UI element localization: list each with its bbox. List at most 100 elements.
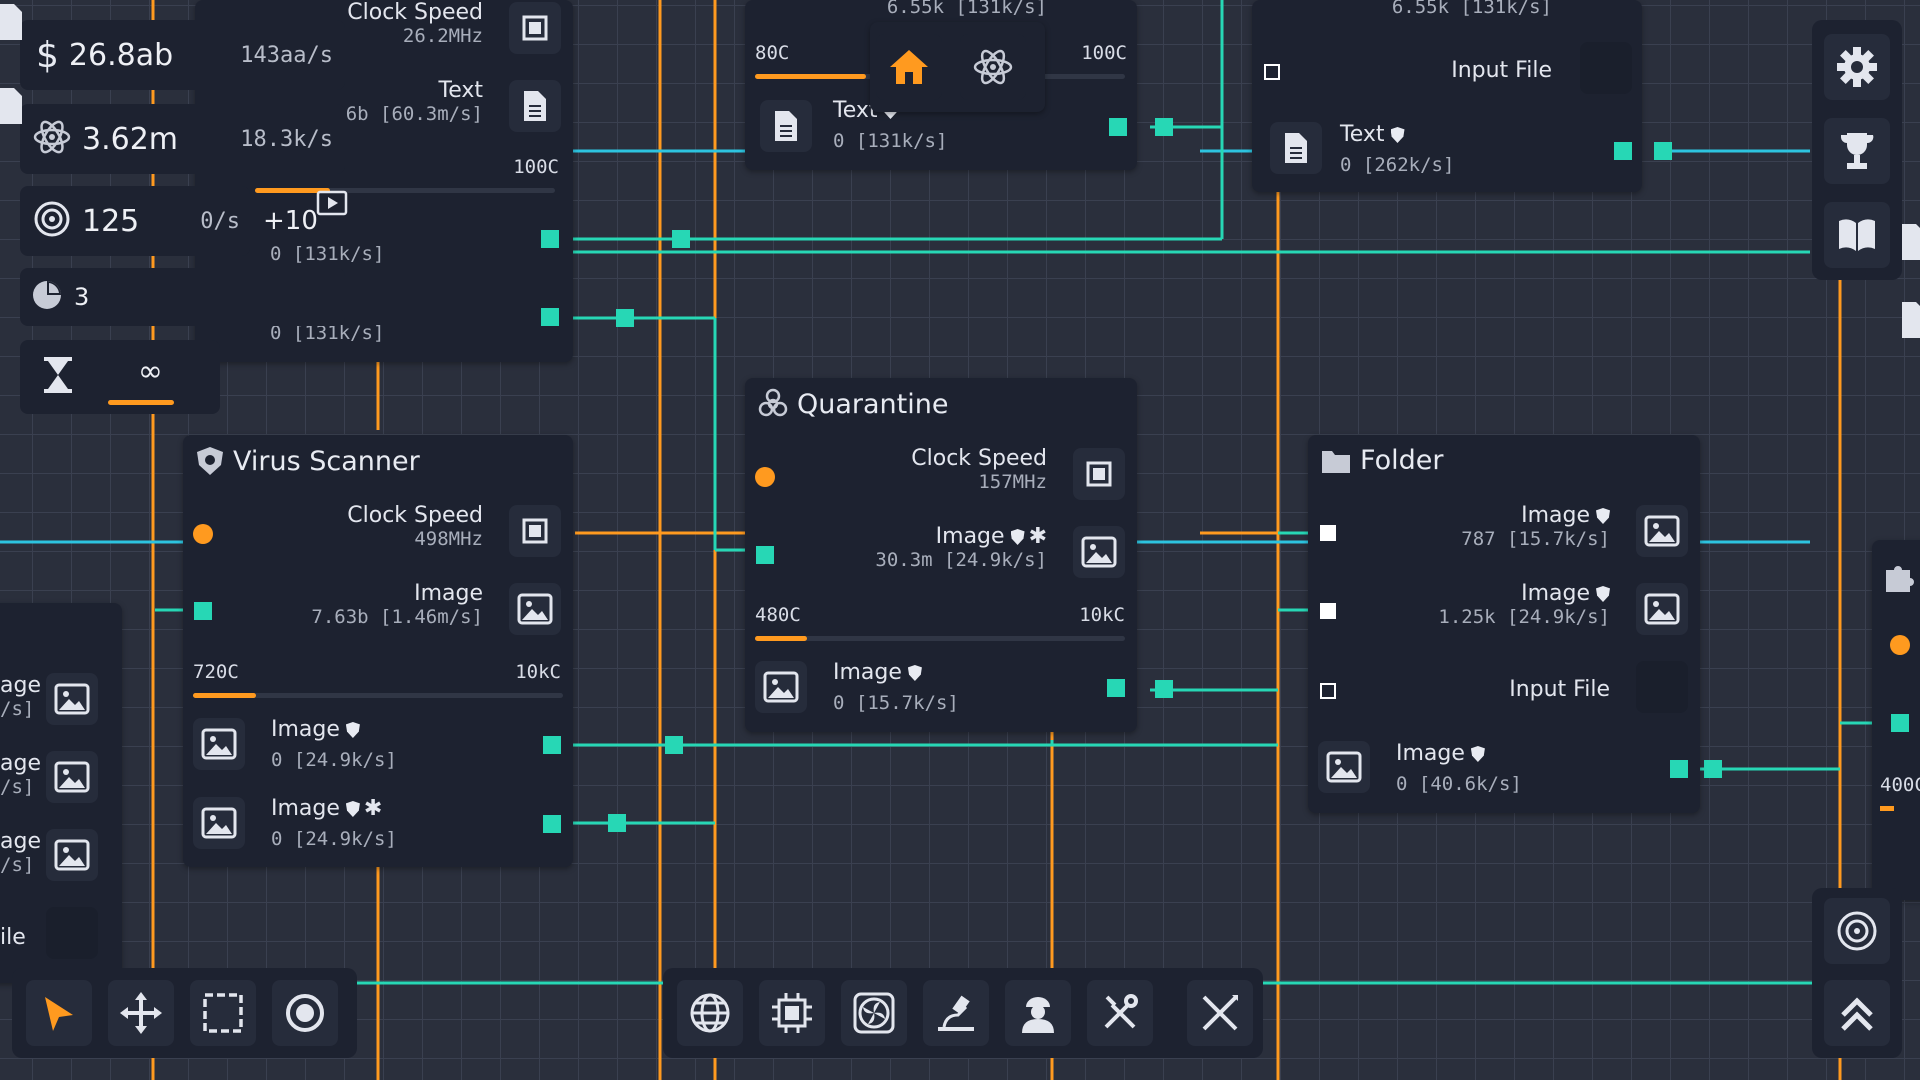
bonus-value: +10 <box>263 206 318 236</box>
folder-title: Folder <box>1360 445 1444 476</box>
game-speed-control[interactable]: ∞ <box>20 340 220 414</box>
image-input-port[interactable] <box>756 546 774 564</box>
progress-bar <box>755 636 1125 641</box>
image-input-label: Image ✱ <box>935 524 1047 549</box>
worker-button[interactable] <box>1005 980 1071 1046</box>
target-button[interactable] <box>1824 898 1890 964</box>
research-station-button[interactable] <box>923 980 989 1046</box>
input-port[interactable] <box>1264 64 1280 80</box>
percent-left: 480C <box>755 604 801 626</box>
tool-palette <box>12 968 357 1058</box>
image-icon <box>1318 741 1370 793</box>
clock-input-port[interactable] <box>1890 635 1910 655</box>
clock-speed-value: 157MHz <box>978 471 1047 493</box>
virus-scanner-panel[interactable]: Virus Scanner Clock Speed 498MHz Image 7… <box>183 435 573 867</box>
circle-tool-button[interactable] <box>272 980 338 1046</box>
trophy-button[interactable] <box>1824 118 1890 184</box>
shield-icon <box>1390 127 1405 143</box>
tools-button[interactable] <box>1087 980 1153 1046</box>
percent-right: 10kC <box>515 661 561 683</box>
research-button[interactable] <box>960 34 1026 100</box>
input-port[interactable] <box>1320 683 1336 699</box>
partial-file-label: ile <box>0 925 26 950</box>
output-port[interactable] <box>541 230 559 248</box>
quick-buttons <box>870 22 1045 112</box>
input-file-label: Input File <box>1509 677 1610 702</box>
image-input-label: Image <box>414 581 483 606</box>
partial-label: age <box>0 673 41 698</box>
shield-icon <box>1010 529 1025 545</box>
folder-panel[interactable]: Folder Image 787 [15.7k/s] Image 1.25k [… <box>1308 435 1700 813</box>
progress-fill <box>755 636 807 641</box>
output-value-2: 0 [24.9k/s] <box>271 828 397 850</box>
home-button[interactable] <box>876 34 942 100</box>
input-port[interactable] <box>1891 714 1909 732</box>
right-bottom-controls <box>1812 888 1902 1058</box>
asterisk-icon: ✱ <box>1028 524 1047 549</box>
speed-value[interactable]: ∞ <box>138 354 163 389</box>
select-tool-button[interactable] <box>26 980 92 1046</box>
machine-panel-top-right[interactable]: 6.55k [131k/s] Input File Text 0 [262k/s… <box>1252 0 1642 192</box>
image-icon <box>509 583 561 635</box>
input-port[interactable] <box>1320 603 1336 619</box>
move-tool-button[interactable] <box>108 980 174 1046</box>
shield-icon <box>1596 508 1610 524</box>
machine-panel-right-partial[interactable]: 400C <box>1872 540 1920 900</box>
percent-left: 400C <box>1880 774 1920 796</box>
image-icon <box>193 797 245 849</box>
quarantine-panel[interactable]: Quarantine Clock Speed 157MHz Image ✱ 30.… <box>745 378 1137 732</box>
output-port[interactable] <box>1107 679 1125 697</box>
folder-icon <box>1322 450 1350 473</box>
collapse-up-button[interactable] <box>1824 980 1890 1046</box>
partial-value: /s] <box>0 776 35 798</box>
box-select-tool-button[interactable] <box>190 980 256 1046</box>
top-value: 6.55k [131k/s] <box>1391 0 1552 18</box>
clock-speed-value: 26.2MHz <box>402 25 483 47</box>
output-port[interactable] <box>1614 142 1632 160</box>
globe-button[interactable] <box>677 980 743 1046</box>
input-value-2: 1.25k [24.9k/s] <box>1438 606 1610 628</box>
output-port[interactable] <box>543 736 561 754</box>
text-output-value: 0 [262k/s] <box>1340 154 1455 176</box>
clock-input-port[interactable] <box>755 467 775 487</box>
input-port[interactable] <box>1320 525 1336 541</box>
cpu-button[interactable] <box>759 980 825 1046</box>
partial-label: age <box>0 751 41 776</box>
document-icon <box>1898 300 1920 344</box>
output-port[interactable] <box>1670 760 1688 778</box>
panel-title: Quarantine <box>757 388 948 420</box>
image-icon <box>755 661 807 713</box>
research-counter: 3.62m 18.3k/s <box>20 104 345 174</box>
text-input-label: Text <box>438 78 484 103</box>
percent-right: 10kC <box>1079 604 1125 626</box>
clock-speed-label: Clock Speed <box>347 0 483 25</box>
output-port[interactable] <box>541 308 559 326</box>
biohazard-icon <box>758 388 788 417</box>
image-input-value: 30.3m [24.9k/s] <box>875 549 1047 571</box>
image-icon <box>193 718 245 770</box>
output-label: Image <box>833 660 922 685</box>
document-icon <box>760 100 812 152</box>
output-port[interactable] <box>1109 118 1127 136</box>
cpu-icon <box>509 2 561 54</box>
research-rate: 18.3k/s <box>240 126 333 152</box>
input-value-1: 787 [15.7k/s] <box>1461 528 1610 550</box>
text-output-label: Text <box>1340 122 1405 147</box>
empty-slot <box>1580 42 1632 94</box>
machine-panel-left-partial[interactable]: age /s] age /s] age /s] ile <box>0 603 122 983</box>
output-port[interactable] <box>543 815 561 833</box>
crossed-tools-button[interactable] <box>1187 980 1253 1046</box>
settings-button[interactable] <box>1824 34 1890 100</box>
image-input-port[interactable] <box>194 602 212 620</box>
percent-right: 100C <box>513 156 559 178</box>
clock-input-port[interactable] <box>193 524 213 544</box>
fan-button[interactable] <box>841 980 907 1046</box>
video-ad-icon[interactable] <box>315 186 349 224</box>
top-value: 6.55k [131k/s] <box>886 0 1047 18</box>
shield-icon <box>907 665 922 681</box>
token-rate: 0/s <box>200 208 240 234</box>
cpu-icon <box>509 505 561 557</box>
input-label-2: Image <box>1438 581 1610 606</box>
book-button[interactable] <box>1824 202 1890 268</box>
token-bonus[interactable]: +10 <box>255 186 355 256</box>
